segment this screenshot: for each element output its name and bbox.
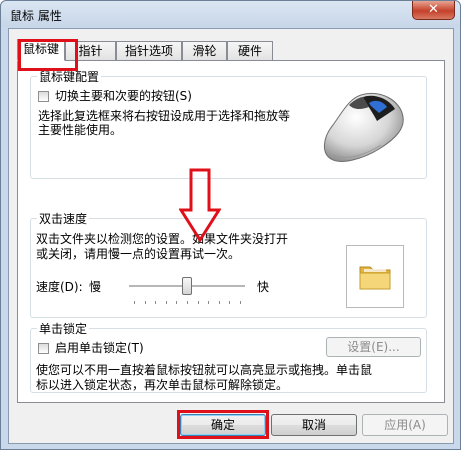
- slider-tick: [198, 301, 199, 304]
- window-title: 鼠标 属性: [10, 9, 62, 23]
- click-lock-label[interactable]: 启用单击锁定(T): [55, 339, 144, 356]
- title-bar[interactable]: 鼠标 属性 ✕: [1, 1, 460, 27]
- mouse-illustration: [303, 81, 422, 171]
- tab-wheel[interactable]: 滑轮: [182, 41, 227, 60]
- mouse-icon: [324, 93, 404, 162]
- tab-pointer-options[interactable]: 指针选项: [116, 41, 182, 60]
- speed-label: 速度(D):: [36, 280, 83, 294]
- slider-tick: [145, 301, 146, 304]
- click-lock-checkbox[interactable]: [38, 343, 49, 354]
- mouse-properties-window: 鼠标 属性 ✕ 鼠标键 指针 指针选项 滑轮 硬件 鼠标键配置 切换主要和次要的…: [0, 0, 461, 450]
- click-lock-group: 单击锁定 启用单击锁定(T) 设置(E)... 使您可以不用一直按着鼠标按钮就可…: [30, 320, 427, 393]
- slider-tick: [240, 301, 241, 304]
- click-lock-settings-button[interactable]: 设置(E)...: [326, 337, 421, 357]
- click-lock-legend: 单击锁定: [37, 320, 90, 337]
- tab-highlight-annotation: [18, 39, 78, 71]
- apply-button[interactable]: 应用(A): [362, 414, 448, 436]
- button-config-group: 鼠标键配置 切换主要和次要的按钮(S) 选择此复选框来将右按钮设成用于选择和拖放…: [30, 68, 427, 179]
- close-icon: ✕: [428, 2, 439, 17]
- double-click-speed-slider[interactable]: [129, 277, 245, 311]
- double-click-legend: 双击速度: [37, 210, 90, 227]
- slider-tick: [208, 301, 209, 304]
- speed-fast-label: 快: [257, 280, 270, 294]
- tab-hardware[interactable]: 硬件: [227, 41, 273, 60]
- slider-tick: [176, 301, 177, 304]
- test-folder-area[interactable]: [346, 245, 404, 308]
- close-button[interactable]: ✕: [412, 1, 455, 20]
- slider-tick: [155, 301, 156, 304]
- switch-buttons-checkbox[interactable]: [38, 91, 49, 102]
- slider-thumb[interactable]: [182, 277, 192, 295]
- cancel-button[interactable]: 取消: [271, 414, 357, 436]
- click-lock-description-2: 标以进入锁定状态，再次单击鼠标可解除锁定。: [36, 378, 289, 392]
- switch-buttons-label[interactable]: 切换主要和次要的按钮(S): [55, 87, 192, 104]
- slider-tick: [219, 301, 220, 304]
- slider-tick: [134, 301, 135, 304]
- slider-ticks: [129, 301, 245, 304]
- button-config-description-2: 主要性能使用。: [38, 123, 123, 137]
- double-click-description-2: 或关闭，请用慢一点的设置再试一次。: [36, 247, 241, 261]
- folder-icon[interactable]: [358, 261, 392, 291]
- double-click-group: 双击速度 双击文件夹以检测您的设置。如果文件夹没打开 或关闭，请用慢一点的设置再…: [30, 210, 427, 318]
- slider-tick: [187, 301, 188, 304]
- dialog-client: 鼠标键 指针 指针选项 滑轮 硬件 鼠标键配置 切换主要和次要的按钮(S) 选择…: [8, 28, 454, 444]
- speed-slow-label: 慢: [89, 280, 102, 294]
- tab-page-buttons: 鼠标键配置 切换主要和次要的按钮(S) 选择此复选框来将右按钮设成用于选择和拖放…: [17, 60, 445, 403]
- slider-tick: [166, 301, 167, 304]
- ok-highlight-annotation: [177, 410, 269, 439]
- down-arrow-annotation-icon: [179, 168, 221, 242]
- slider-tick: [229, 301, 230, 304]
